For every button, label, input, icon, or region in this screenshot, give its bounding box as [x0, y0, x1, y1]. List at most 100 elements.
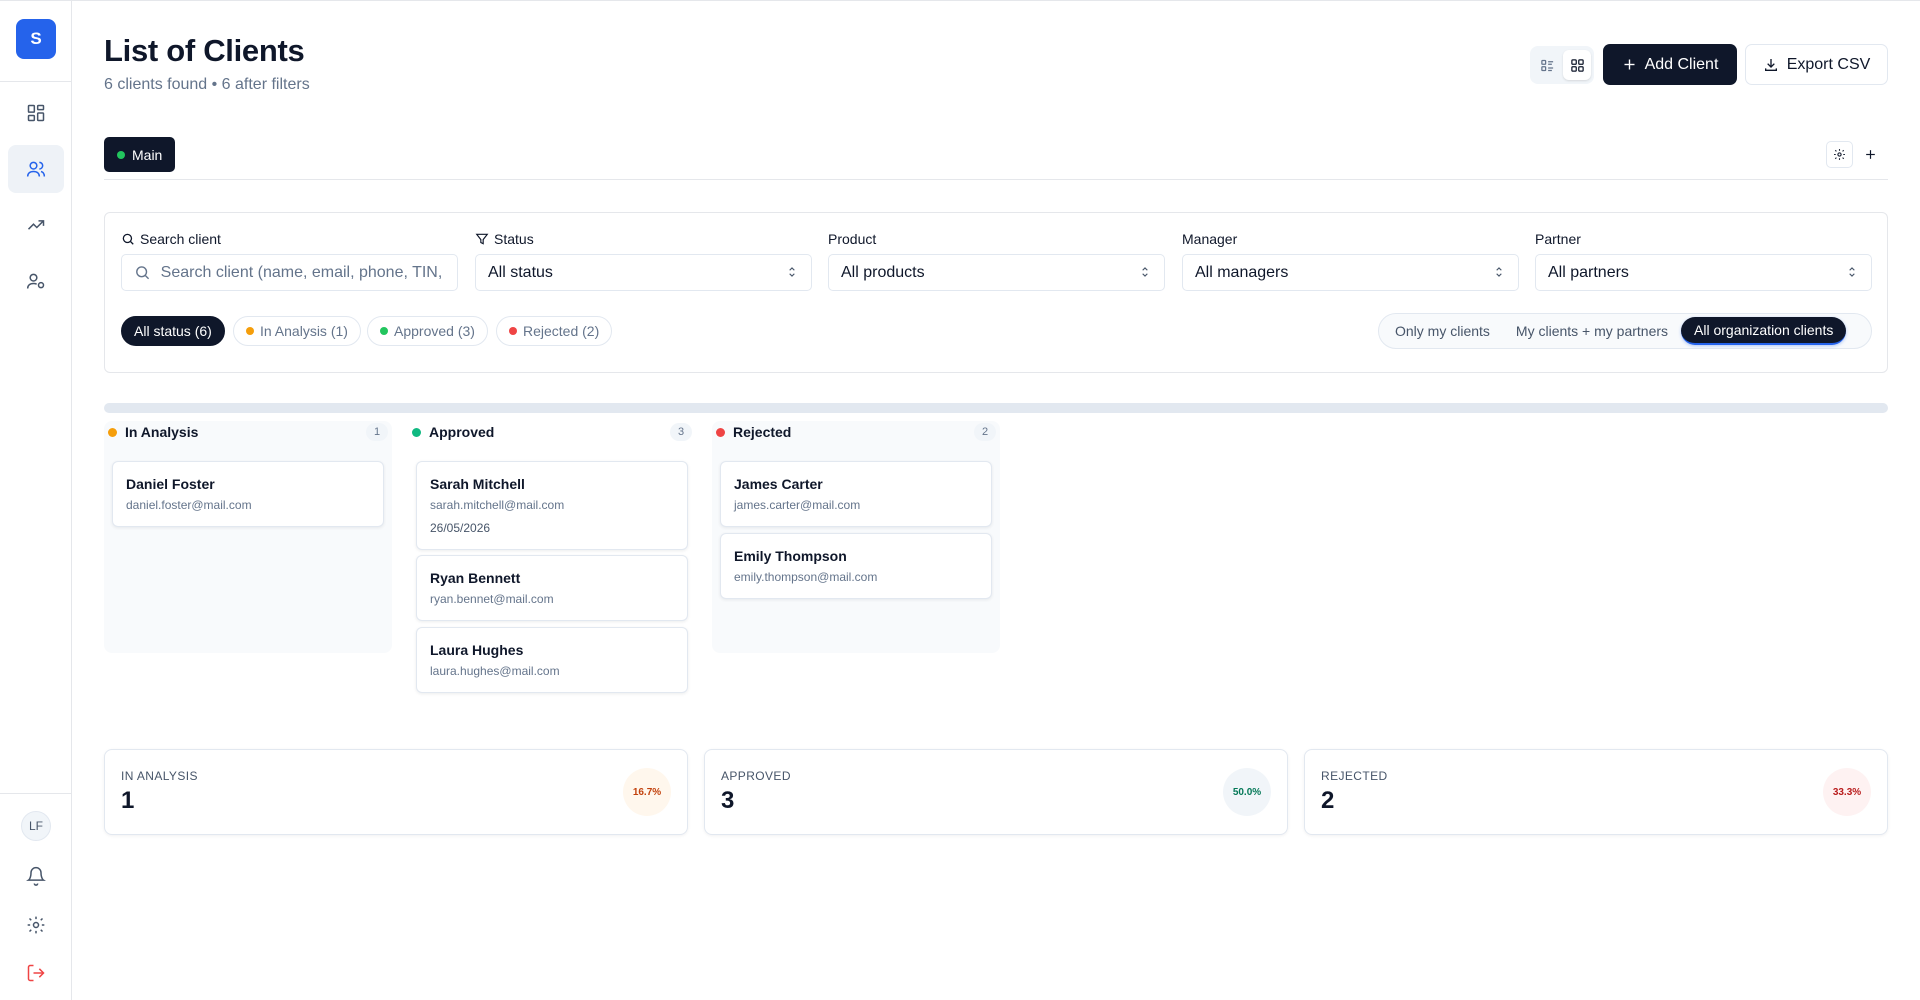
sidebar-item-dashboard[interactable]	[8, 89, 64, 137]
status-dot	[509, 327, 517, 335]
sidebar-item-user-settings[interactable]	[8, 257, 64, 305]
search-icon	[136, 266, 150, 280]
client-email: emily.thompson@mail.com	[734, 570, 878, 584]
logo-letter: S	[30, 29, 42, 48]
status-dot	[380, 327, 388, 335]
status-label: Status	[475, 231, 534, 247]
client-email: james.carter@mail.com	[734, 498, 861, 512]
column-count: 3	[670, 423, 692, 441]
client-name: Laura Hughes	[430, 642, 524, 658]
tab-settings-button[interactable]	[1826, 141, 1853, 168]
sidebar-item-clients[interactable]	[8, 145, 64, 193]
export-csv-button[interactable]: Export CSV	[1745, 44, 1888, 85]
stat-card-in-analysis: IN ANALYSIS 1 16.7%	[104, 749, 688, 835]
client-card[interactable]: Laura Hughes laura.hughes@mail.com	[416, 627, 688, 693]
kanban-scrollbar[interactable]	[104, 403, 1888, 413]
dashboard-icon	[27, 104, 45, 122]
page-subtitle: 6 clients found • 6 after filters	[104, 76, 310, 93]
client-card[interactable]: Ryan Bennett ryan.bennet@mail.com	[416, 555, 688, 621]
status-dot	[412, 427, 421, 437]
stat-value: 2	[1321, 787, 1335, 814]
scope-my-clients-partners[interactable]: My clients + my partners	[1503, 317, 1681, 345]
sidebar-divider	[0, 81, 72, 82]
manager-select[interactable]: All managers	[1182, 254, 1519, 291]
status-select[interactable]: All status	[475, 254, 812, 291]
client-email: laura.hughes@mail.com	[430, 664, 560, 678]
scope-all-organization-clients[interactable]: All organization clients	[1681, 317, 1847, 345]
status-dot	[716, 427, 725, 437]
page-title: List of Clients	[104, 33, 305, 68]
app-logo[interactable]: S	[16, 19, 56, 59]
search-icon	[122, 233, 134, 245]
stat-label: APPROVED	[721, 769, 791, 783]
stat-card-rejected: REJECTED 2 33.3%	[1304, 749, 1888, 835]
chip-in-analysis[interactable]: In Analysis (1)	[233, 316, 361, 346]
user-settings-icon	[26, 273, 45, 289]
column-header: Approved 3	[412, 421, 692, 443]
client-date: 26/05/2026	[430, 521, 491, 535]
tab-status-dot	[117, 150, 125, 159]
avatar[interactable]: LF	[21, 811, 51, 841]
sidebar: S LF	[0, 0, 72, 1000]
plus-icon	[1866, 150, 1875, 159]
search-field	[121, 254, 458, 291]
sidebar-divider-bottom	[0, 793, 72, 794]
client-name: Ryan Bennett	[430, 570, 521, 586]
stat-card-approved: APPROVED 3 50.0%	[704, 749, 1288, 835]
logout-icon	[27, 964, 45, 982]
stat-percent-badge: 33.3%	[1823, 768, 1871, 816]
add-client-button[interactable]: Add Client	[1603, 44, 1737, 85]
add-tab-button[interactable]	[1857, 141, 1884, 168]
client-card[interactable]: Sarah Mitchell sarah.mitchell@mail.com 2…	[416, 461, 688, 550]
sidebar-item-analytics[interactable]	[8, 201, 64, 249]
bell-icon	[26, 866, 46, 886]
client-card[interactable]: James Carter james.carter@mail.com	[720, 461, 992, 527]
notifications-button[interactable]	[8, 852, 64, 900]
tab-main[interactable]: Main	[104, 137, 176, 172]
client-email: ryan.bennet@mail.com	[430, 592, 554, 606]
scope-only-my-clients[interactable]: Only my clients	[1382, 317, 1503, 345]
product-select-value: All products	[841, 263, 925, 281]
chip-approved[interactable]: Approved (3)	[367, 316, 488, 346]
view-toggle	[1530, 46, 1594, 84]
product-select[interactable]: All products	[828, 254, 1165, 291]
chip-label: In Analysis (1)	[260, 323, 348, 339]
grid-view-button[interactable]	[1563, 50, 1591, 80]
client-card[interactable]: Emily Thompson emily.thompson@mail.com	[720, 533, 992, 599]
gear-icon	[27, 916, 45, 934]
status-select-value: All status	[488, 263, 553, 281]
client-name: Daniel Foster	[126, 476, 215, 492]
client-email: sarah.mitchell@mail.com	[430, 498, 565, 512]
settings-button[interactable]	[8, 901, 64, 949]
partner-select[interactable]: All partners	[1535, 254, 1872, 291]
status-dot	[246, 327, 254, 335]
client-card[interactable]: Daniel Foster daniel.foster@mail.com	[112, 461, 384, 527]
chevron-updown-icon	[1496, 267, 1502, 277]
plus-icon	[1624, 59, 1635, 70]
chip-all-status[interactable]: All status (6)	[121, 316, 225, 346]
chip-label: Approved (3)	[394, 323, 475, 339]
grid-icon	[1570, 58, 1584, 72]
kanban-column-approved: Approved 3 Sarah Mitchell sarah.mitchell…	[408, 421, 696, 697]
column-title: Approved	[429, 424, 495, 440]
chip-label: All status (6)	[134, 323, 212, 339]
kanban-column-in-analysis: In Analysis 1 Daniel Foster daniel.foste…	[104, 421, 392, 653]
chevron-updown-icon	[1849, 267, 1855, 277]
search-label: Search client	[121, 231, 221, 247]
chip-rejected[interactable]: Rejected (2)	[496, 316, 613, 346]
manager-select-value: All managers	[1195, 263, 1289, 281]
search-input[interactable]	[160, 263, 445, 282]
export-csv-label: Export CSV	[1786, 55, 1871, 73]
column-title: Rejected	[733, 424, 792, 440]
column-count: 1	[366, 423, 388, 441]
chevron-updown-icon	[1142, 267, 1148, 277]
stat-value: 1	[121, 787, 135, 814]
stat-label: IN ANALYSIS	[121, 769, 198, 783]
logout-button[interactable]	[8, 949, 64, 997]
chip-label: Rejected (2)	[523, 323, 600, 339]
stat-label: REJECTED	[1321, 769, 1388, 783]
partner-label: Partner	[1535, 231, 1581, 247]
stat-value: 3	[721, 787, 735, 814]
column-header: Rejected 2	[716, 421, 996, 443]
list-view-button[interactable]	[1533, 50, 1561, 80]
